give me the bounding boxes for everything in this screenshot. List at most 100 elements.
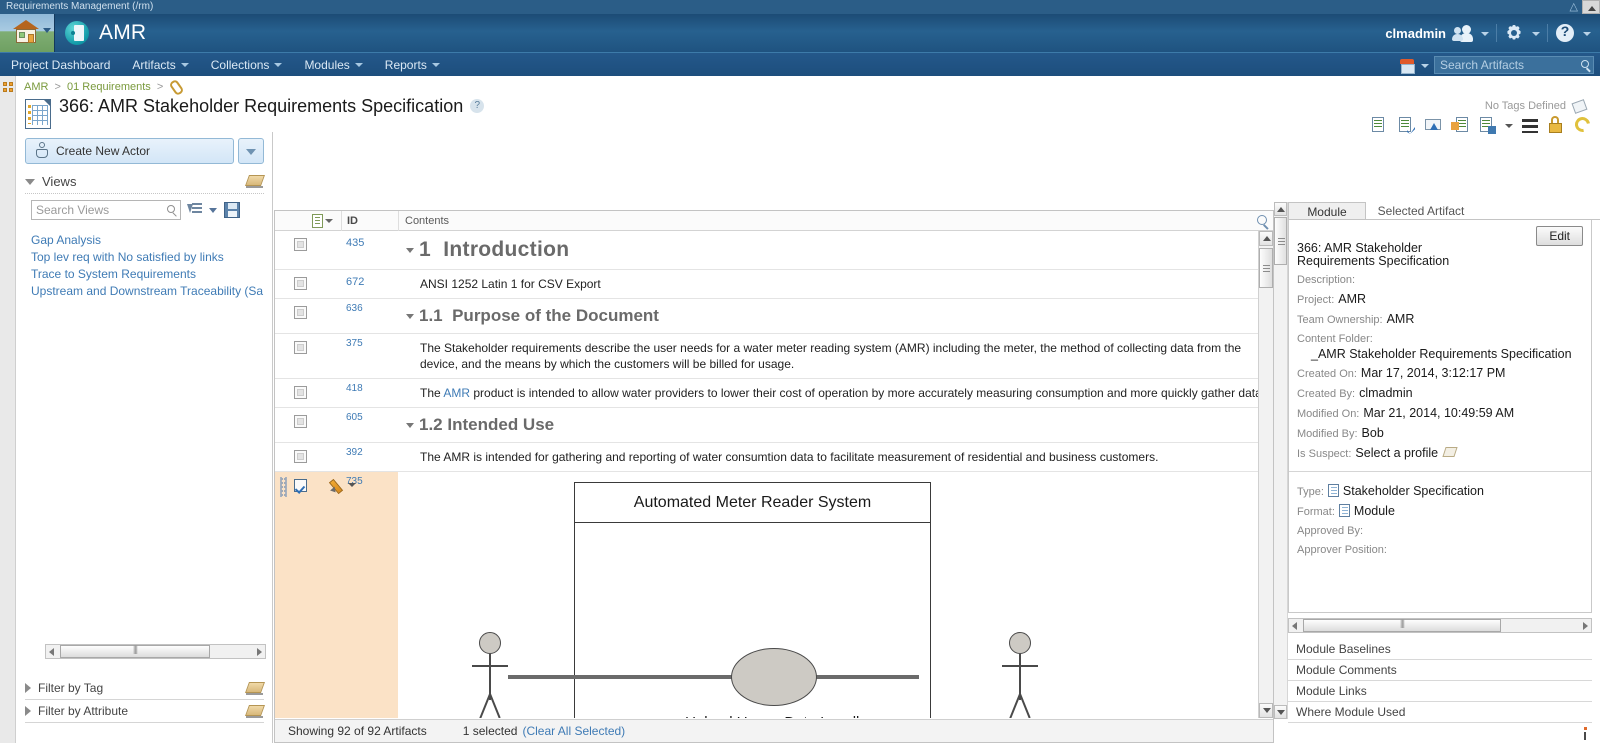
row-checkbox[interactable] bbox=[294, 450, 307, 463]
clear-all-selected-link[interactable]: (Clear All Selected) bbox=[522, 724, 625, 738]
field-value[interactable]: Select a profile bbox=[1355, 446, 1438, 460]
row-checkbox[interactable] bbox=[294, 277, 307, 290]
row-id[interactable]: 672 bbox=[341, 270, 398, 298]
collapse-triangle-icon[interactable] bbox=[406, 314, 414, 319]
search-artifacts-box[interactable] bbox=[1434, 56, 1594, 74]
unlock-icon[interactable] bbox=[1547, 116, 1565, 134]
help-icon[interactable]: ? bbox=[470, 99, 484, 113]
link-document-icon[interactable] bbox=[1451, 116, 1469, 134]
breadcrumb-project[interactable]: AMR bbox=[24, 81, 48, 93]
validate-checklist-icon[interactable] bbox=[1397, 116, 1415, 134]
search-views-input[interactable] bbox=[32, 201, 160, 219]
views-section-header[interactable]: Views bbox=[25, 174, 264, 194]
right-panel-vertical-scrollbar[interactable] bbox=[1274, 202, 1288, 719]
collapse-triangle-icon[interactable] bbox=[406, 248, 414, 253]
row-id[interactable]: 605 bbox=[341, 408, 398, 442]
view-link-upstream-downstream[interactable]: Upstream and Downstream Traceability (Sa bbox=[31, 283, 272, 300]
row-id[interactable]: 435 bbox=[341, 231, 398, 269]
scrollbar-thumb[interactable] bbox=[60, 645, 210, 658]
filter-by-attribute-row[interactable]: Filter by Attribute bbox=[25, 700, 264, 723]
refresh-icon[interactable] bbox=[1574, 116, 1592, 134]
sort-views-icon[interactable] bbox=[187, 202, 203, 218]
review-checklist-icon[interactable] bbox=[1370, 116, 1388, 134]
view-link-top-lev-req[interactable]: Top lev req with No satisfied by links bbox=[31, 249, 272, 266]
menu-icon[interactable] bbox=[1522, 119, 1538, 133]
people-chevron-down-icon[interactable] bbox=[1480, 22, 1490, 44]
tag-icon[interactable] bbox=[1572, 98, 1588, 114]
nav-collections[interactable]: Collections bbox=[200, 53, 294, 77]
right-panel-horizontal-scrollbar[interactable] bbox=[1288, 618, 1592, 633]
row-id[interactable]: 636 bbox=[341, 299, 398, 333]
scroll-up-arrow[interactable] bbox=[1259, 231, 1273, 246]
table-row-selected[interactable]: 735 Automated Meter Reader System Upload… bbox=[275, 472, 1273, 718]
row-id[interactable]: 392 bbox=[341, 443, 398, 471]
collapse-triangle-icon[interactable] bbox=[406, 423, 414, 428]
row-checkbox[interactable] bbox=[294, 341, 307, 354]
edit-button[interactable]: Edit bbox=[1536, 226, 1583, 246]
nav-reports[interactable]: Reports bbox=[374, 53, 451, 77]
people-icon[interactable] bbox=[1452, 22, 1474, 44]
nav-artifacts[interactable]: Artifacts bbox=[121, 53, 199, 77]
table-row[interactable]: 392 The AMR is intended for gathering an… bbox=[275, 443, 1273, 472]
breadcrumb-folder[interactable]: 01 Requirements bbox=[67, 81, 151, 93]
tab-selected-artifact[interactable]: Selected Artifact bbox=[1366, 202, 1476, 219]
row-checkbox[interactable] bbox=[294, 238, 307, 251]
nav-modules[interactable]: Modules bbox=[293, 53, 373, 77]
search-input[interactable] bbox=[1435, 57, 1593, 73]
clear-tag-filter-icon[interactable] bbox=[246, 682, 264, 695]
column-chooser-icon[interactable] bbox=[312, 214, 323, 228]
inline-artifact-link[interactable]: AMR bbox=[443, 386, 470, 400]
section-where-module-used[interactable]: Where Module Used bbox=[1288, 702, 1592, 723]
grid-toggle-icon[interactable] bbox=[3, 82, 14, 93]
suspect-profile-icon[interactable] bbox=[1442, 446, 1456, 459]
scroll-left-arrow[interactable] bbox=[1292, 622, 1297, 630]
filter-by-tag-row[interactable]: Filter by Tag bbox=[25, 677, 264, 700]
view-link-gap-analysis[interactable]: Gap Analysis bbox=[31, 232, 272, 249]
scroll-right-arrow[interactable] bbox=[257, 648, 262, 656]
save-chevron-down-icon[interactable] bbox=[1505, 116, 1513, 134]
table-row[interactable]: 636 1.1 Purpose of the Document bbox=[275, 299, 1273, 334]
info-icon[interactable] bbox=[1582, 727, 1588, 741]
home-button[interactable] bbox=[0, 14, 55, 52]
create-chevron-down-icon[interactable] bbox=[238, 138, 264, 164]
home-chevron-down-icon[interactable] bbox=[43, 28, 51, 33]
sort-chevron-down-icon[interactable] bbox=[209, 202, 218, 218]
search-views-box[interactable] bbox=[31, 200, 181, 220]
row-drag-handle[interactable] bbox=[280, 477, 287, 497]
grid-header-id[interactable]: ID bbox=[341, 211, 398, 231]
gear-icon[interactable] bbox=[1503, 22, 1525, 44]
section-module-comments[interactable]: Module Comments bbox=[1288, 660, 1592, 681]
help-icon[interactable] bbox=[1554, 22, 1576, 44]
row-checkbox[interactable] bbox=[294, 415, 307, 428]
table-row[interactable]: 418 The AMR product is intended to allow… bbox=[275, 379, 1273, 408]
clear-attribute-filter-icon[interactable] bbox=[246, 705, 264, 718]
paperclip-icon[interactable] bbox=[169, 80, 181, 92]
grid-vertical-scrollbar[interactable] bbox=[1258, 231, 1273, 718]
save-view-icon[interactable] bbox=[224, 202, 240, 218]
sidebar-horizontal-scrollbar[interactable] bbox=[45, 644, 266, 659]
filter-chevron-down-icon[interactable] bbox=[1420, 54, 1430, 76]
row-id[interactable]: 418 bbox=[341, 379, 398, 407]
save-document-icon[interactable] bbox=[1478, 116, 1496, 134]
edit-chevron-down-icon[interactable] bbox=[348, 483, 356, 487]
column-chooser-chevron-down-icon[interactable] bbox=[325, 219, 333, 223]
gear-chevron-down-icon[interactable] bbox=[1531, 22, 1541, 44]
row-id[interactable]: 375 bbox=[341, 334, 398, 378]
create-new-actor-button[interactable]: Create New Actor bbox=[25, 138, 234, 164]
scrollbar-thumb[interactable] bbox=[1274, 217, 1287, 265]
row-checkbox[interactable] bbox=[294, 479, 307, 492]
collapse-banner-icon[interactable]: △ bbox=[1570, 0, 1578, 14]
section-module-baselines[interactable]: Module Baselines bbox=[1288, 639, 1592, 660]
scrollbar-thumb[interactable] bbox=[1259, 248, 1273, 288]
row-id[interactable]: 735 bbox=[341, 472, 398, 718]
edit-pencil-icon[interactable] bbox=[331, 478, 346, 493]
scroll-down-arrow[interactable] bbox=[1259, 703, 1273, 718]
scroll-right-arrow[interactable] bbox=[1583, 622, 1588, 630]
grid-header-contents[interactable]: Contents bbox=[398, 211, 1273, 231]
table-row[interactable]: 435 1 Introduction bbox=[275, 231, 1273, 270]
table-row[interactable]: 605 1.2 Intended Use bbox=[275, 408, 1273, 443]
search-icon[interactable] bbox=[167, 205, 175, 213]
help-chevron-down-icon[interactable] bbox=[1582, 22, 1592, 44]
table-row[interactable]: 672 ANSI 1252 Latin 1 for CSV Export bbox=[275, 270, 1273, 299]
section-module-links[interactable]: Module Links bbox=[1288, 681, 1592, 702]
